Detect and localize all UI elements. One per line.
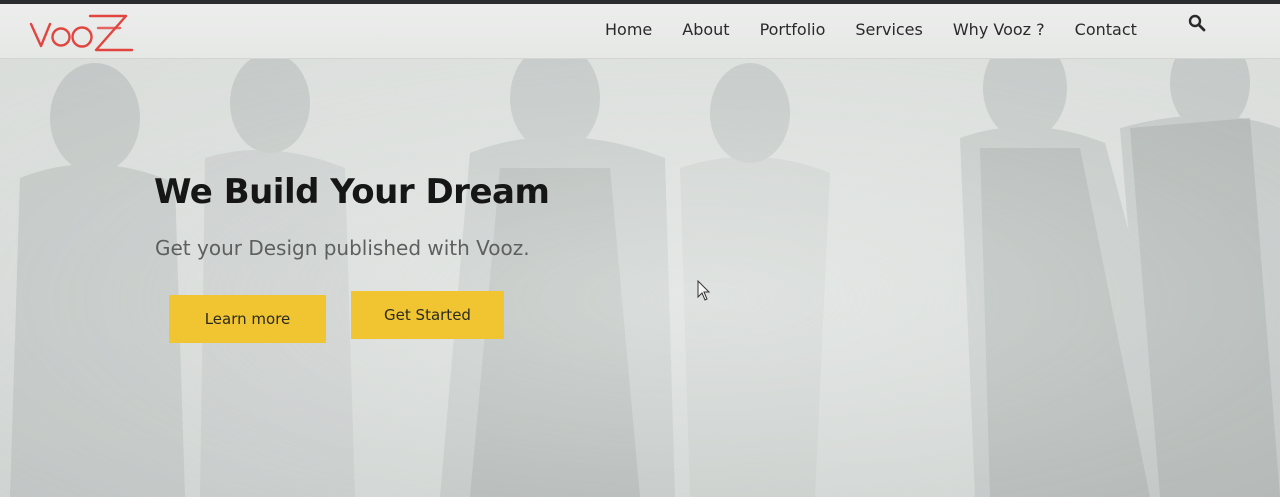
- mouse-cursor-icon: [697, 280, 711, 301]
- nav-item-home[interactable]: Home: [590, 20, 667, 39]
- get-started-button[interactable]: Get Started: [351, 291, 504, 339]
- nav-item-portfolio[interactable]: Portfolio: [745, 20, 841, 39]
- brand-logo[interactable]: [28, 10, 138, 58]
- vooz-logo-mark: [29, 14, 134, 52]
- hero-overlay: [0, 58, 1280, 497]
- navbar: Home About Portfolio Services Why Vooz ?…: [0, 4, 1280, 59]
- learn-more-button[interactable]: Learn more: [169, 295, 326, 343]
- nav-item-about[interactable]: About: [667, 20, 744, 39]
- nav-item-why-vooz[interactable]: Why Vooz ?: [938, 20, 1060, 39]
- nav-item-contact[interactable]: Contact: [1060, 20, 1152, 39]
- page: Home About Portfolio Services Why Vooz ?…: [0, 0, 1280, 497]
- nav-item-services[interactable]: Services: [840, 20, 937, 39]
- hero-subtitle: Get your Design published with Vooz.: [155, 236, 530, 260]
- hero-title: We Build Your Dream: [154, 172, 550, 212]
- search-icon[interactable]: [1188, 14, 1206, 32]
- main-nav: Home About Portfolio Services Why Vooz ?…: [590, 4, 1152, 54]
